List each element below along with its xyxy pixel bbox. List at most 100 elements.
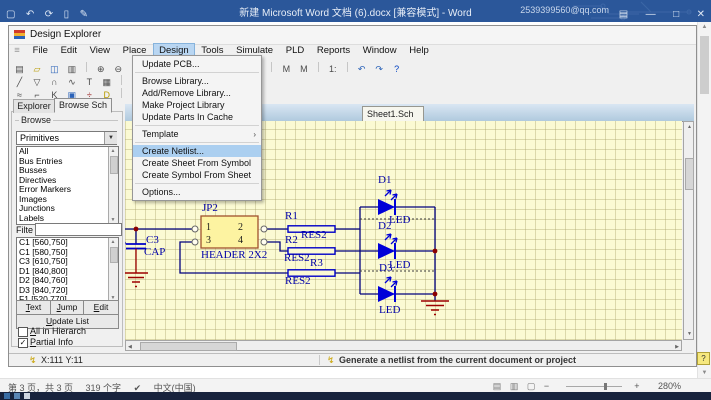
menu-item-create-netlist[interactable]: Create Netlist... [133,145,261,157]
canvas-horizontal-scrollbar[interactable]: ◀ ▶ [125,340,682,351]
ground-symbol[interactable] [125,273,148,287]
browse-net-icon[interactable]: M [297,63,310,75]
scroll-up-icon[interactable]: ▲ [109,148,117,154]
led-d2[interactable] [378,234,397,259]
scrollbar-thumb[interactable] [685,158,694,190]
cursor-coordinates: X:111 Y:11 [41,355,83,365]
designator-r1[interactable]: R1 [285,211,298,222]
menu-file[interactable]: File [28,44,53,57]
help-icon[interactable]: ? [390,63,403,75]
menu-item-update-pcb[interactable]: Update PCB... [133,58,261,70]
chevron-down-icon[interactable]: ▼ [104,132,117,144]
menu-item-template[interactable]: Template › [133,128,261,140]
menu-item-browse-library[interactable]: Browse Library... [133,75,261,87]
document-tab-sheet1[interactable]: Sheet1.Sch [362,106,424,121]
list-scrollbar[interactable]: ▲ ▼ [108,147,118,224]
lightning-icon: ↯ [29,355,37,366]
taskbar-icon[interactable] [24,393,30,399]
text-button[interactable]: Text [16,300,51,315]
scrollbar-thumb[interactable] [140,342,237,351]
menu-separator [135,183,259,184]
browse-mode-select[interactable]: Primitives [16,131,117,145]
value-led-3[interactable]: LED [379,305,400,316]
designator-c3[interactable]: C3 [146,235,159,246]
all-in-hierarchy-checkbox[interactable] [18,327,28,337]
minimize-icon[interactable]: — [646,9,656,20]
taskbar-icon[interactable] [14,393,20,399]
category-listbox[interactable]: All Bus Entries Busses Directives Error … [16,146,119,225]
app-title: Design Explorer [30,29,101,40]
filter-input[interactable] [35,223,122,236]
scroll-right-icon[interactable]: ▶ [675,344,679,350]
design-menu-dropdown: Update PCB... Browse Library... Add/Remo… [132,55,262,201]
menu-item-create-symbol-from-sheet[interactable]: Create Symbol From Sheet [133,169,261,181]
close-icon[interactable]: ✕ [697,9,705,20]
word-vertical-scrollbar[interactable]: ▲ ▼ [697,22,711,378]
menu-item-options[interactable]: Options... [133,186,261,198]
menu-pld[interactable]: PLD [281,44,309,57]
designator-r3[interactable]: R3 [310,258,323,269]
designator-r2[interactable]: R2 [285,235,298,246]
menu-item-create-sheet-from-symbol[interactable]: Create Sheet From Symbol [133,157,261,169]
scroll-down-icon[interactable]: ▼ [687,331,692,337]
designator-d3[interactable]: D3 [379,263,392,274]
value-led-1[interactable]: LED [389,215,410,226]
ground-symbol-right[interactable] [421,301,449,315]
zoom-out-icon[interactable]: − [544,381,549,391]
tab-explorer[interactable]: Explorer [13,99,55,113]
account-name[interactable]: 2539399560@qq.com [520,5,609,15]
ribbon-display-icon[interactable]: ▤ [619,9,628,20]
designator-d1[interactable]: D1 [378,175,391,186]
value-res2-1[interactable]: RES2 [301,230,327,241]
primitive-listbox[interactable]: C1 [560,750] C1 [580,750] C3 [610,750] D… [16,237,119,303]
menu-edit[interactable]: Edit [56,44,82,57]
scrollbar-thumb[interactable] [700,36,709,94]
zoom-slider-thumb[interactable] [604,383,607,390]
value-cap[interactable]: CAP [144,247,165,258]
browse-part-icon[interactable]: M [280,63,293,75]
menu-window[interactable]: Window [358,44,402,57]
taskbar-icon[interactable] [4,393,10,399]
partial-info-checkbox[interactable]: ✓ [18,338,28,348]
help-bubble-icon[interactable]: ? [697,352,710,365]
maximize-icon[interactable]: □ [673,9,679,20]
led-d3[interactable] [378,277,397,302]
undo-icon[interactable]: ↶ [355,63,368,75]
menu-help[interactable]: Help [404,44,434,57]
menu-reports[interactable]: Reports [312,44,355,57]
edit-button[interactable]: Edit [83,300,119,315]
zoom-slider[interactable] [566,386,622,387]
menu-item-make-project-library[interactable]: Make Project Library [133,99,261,111]
scroll-down-icon[interactable]: ▼ [698,370,711,376]
value-res2-3[interactable]: RES2 [285,276,311,287]
scroll-up-icon[interactable]: ▲ [698,24,711,30]
scroll-up-icon[interactable]: ▲ [109,239,117,245]
list-item[interactable]: Labels [17,214,118,224]
designator-jp2[interactable]: JP2 [202,203,218,214]
read-mode-icon[interactable]: ▤ [493,381,502,391]
jump-button[interactable]: Jump [50,300,84,315]
print-layout-icon[interactable]: ▥ [510,381,519,391]
value-res2-2[interactable]: RES2 [284,253,310,264]
menu-item-update-parts-in-cache[interactable]: Update Parts In Cache [133,111,261,123]
all-in-hierarchy-label: All in Hierarch [30,326,86,336]
zoom-in-icon[interactable]: + [634,381,639,391]
scrollbar-thumb[interactable] [110,247,118,263]
scrollbar-thumb[interactable] [110,156,118,174]
canvas-vertical-scrollbar[interactable]: ▲ ▼ [683,121,694,340]
menu-view[interactable]: View [85,44,115,57]
scroll-left-icon[interactable]: ◀ [128,344,132,350]
scroll-up-icon[interactable]: ▲ [687,124,692,130]
web-layout-icon[interactable]: ▢ [527,381,536,391]
menu-item-add-remove-library[interactable]: Add/Remove Library... [133,87,261,99]
tab-browse-sch[interactable]: Browse Sch [54,98,112,113]
annotate-icon[interactable]: 1: [326,63,339,75]
designator-d2[interactable]: D2 [378,221,391,232]
window-controls: ▤ — □ ✕ [606,4,705,22]
system-menu-icon[interactable]: ≡ [9,45,25,56]
zoom-level[interactable]: 280% [658,381,681,391]
led-d1[interactable] [378,190,397,215]
list-scrollbar[interactable]: ▲ ▼ [108,238,118,302]
redo-icon[interactable]: ↷ [373,63,386,75]
value-header2x2[interactable]: HEADER 2X2 [201,250,267,261]
